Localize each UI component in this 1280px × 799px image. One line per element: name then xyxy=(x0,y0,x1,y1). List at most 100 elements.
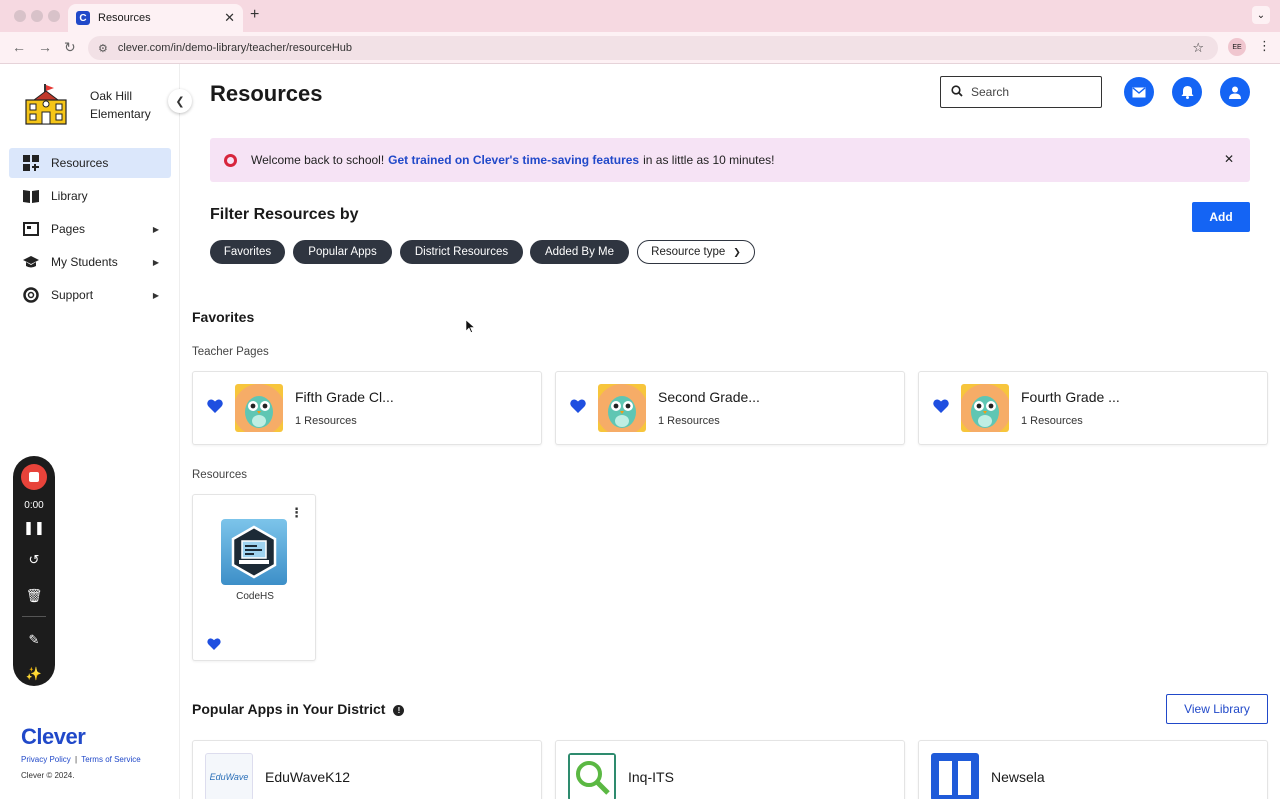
pause-icon[interactable]: ❚❚ xyxy=(13,520,55,536)
notifications-button[interactable] xyxy=(1172,77,1202,107)
clever-favicon-icon: C xyxy=(76,11,90,25)
page-title: Resources xyxy=(210,81,323,106)
support-icon xyxy=(23,287,39,303)
reload-icon[interactable]: ↻ xyxy=(64,39,76,56)
resource-count: 1 Resources xyxy=(295,415,357,427)
caret-right-icon: ▶ xyxy=(152,290,159,300)
site-settings-icon[interactable]: ⚙ xyxy=(98,42,108,55)
teacher-page-card[interactable]: Fifth Grade Cl... 1 Resources xyxy=(192,371,542,445)
owl-avatar-icon xyxy=(235,384,283,432)
browser-menu-icon[interactable]: ⋮ xyxy=(1258,38,1271,54)
magnifier-logo-icon xyxy=(568,753,616,799)
app-card-newsela[interactable]: Newsela xyxy=(918,740,1268,799)
resource-name: CodeHS xyxy=(236,591,274,602)
terms-of-service-link[interactable]: Terms of Service xyxy=(81,755,141,764)
pencil-icon[interactable]: ✎ xyxy=(13,632,55,648)
footer-links: Privacy Policy | Terms of Service xyxy=(21,755,141,764)
newsela-logo-icon xyxy=(931,753,979,799)
messages-button[interactable] xyxy=(1124,77,1154,107)
app-card-eduwave[interactable]: EduWave EduWaveK12 xyxy=(192,740,542,799)
new-tab-icon[interactable]: + xyxy=(250,6,259,24)
owl-avatar-icon xyxy=(961,384,1009,432)
tab-title: Resources xyxy=(98,12,151,24)
clever-logo: Clever xyxy=(21,724,86,749)
tab-close-icon[interactable]: ✕ xyxy=(224,10,235,26)
profile-avatar[interactable]: EE xyxy=(1228,38,1246,56)
resource-card-codehs[interactable]: ⋮ CodeHS xyxy=(192,494,316,661)
book-icon xyxy=(23,188,39,204)
codehs-app-icon xyxy=(221,519,287,585)
sidebar-item-label: Resources xyxy=(51,156,109,170)
filter-chip-district-resources[interactable]: District Resources xyxy=(400,240,523,264)
trash-icon[interactable]: 🗑 xyxy=(13,588,55,604)
copyright: Clever © 2024. xyxy=(21,771,75,780)
heart-icon[interactable] xyxy=(207,638,221,650)
close-banner-icon[interactable]: ✕ xyxy=(1224,152,1234,166)
sidebar-item-my-students[interactable]: My Students ▶ xyxy=(9,247,171,277)
url-text: clever.com/in/demo-library/teacher/resou… xyxy=(117,42,353,54)
profile-button[interactable] xyxy=(1220,77,1250,107)
window-maximize-dot[interactable] xyxy=(48,10,60,22)
footer-separator: | xyxy=(75,755,78,764)
caret-right-icon: ▶ xyxy=(152,224,159,234)
heart-icon[interactable] xyxy=(207,399,223,413)
effects-icon[interactable]: ✨ xyxy=(13,666,55,682)
teacher-pages-heading: Teacher Pages xyxy=(192,346,269,358)
filter-chip-added-by-me[interactable]: Added By Me xyxy=(530,240,629,264)
welcome-banner: Welcome back to school! Get trained on C… xyxy=(210,138,1250,182)
back-arrow-icon[interactable]: ← xyxy=(12,39,26,55)
screen-recorder-toolbar: 0:00 ❚❚ ↺ 🗑 ✎ ✨ xyxy=(13,456,55,686)
restart-icon[interactable]: ↺ xyxy=(13,552,55,568)
app-name: EduWaveK12 xyxy=(265,769,351,785)
resource-type-dropdown[interactable]: Resource type ❯ xyxy=(637,240,755,264)
popular-apps-title: Popular Apps in Your District xyxy=(192,701,386,717)
filter-chip-favorites[interactable]: Favorites xyxy=(210,240,285,264)
eduwave-logo: EduWave xyxy=(205,753,253,799)
favorites-heading: Favorites xyxy=(192,309,255,325)
sidebar-item-label: Library xyxy=(51,189,88,203)
school-building-icon xyxy=(25,84,67,125)
resources-heading: Resources xyxy=(192,469,247,481)
url-input[interactable]: ⚙ clever.com/in/demo-library/teacher/res… xyxy=(88,36,1218,60)
user-icon xyxy=(1229,86,1241,99)
window-minimize-dot[interactable] xyxy=(31,10,43,22)
sidebar-item-library[interactable]: Library xyxy=(9,181,171,211)
sidebar-item-label: Support xyxy=(51,288,94,302)
banner-prefix: Welcome back to school! xyxy=(251,153,385,167)
teacher-page-card[interactable]: Fourth Grade ... 1 Resources xyxy=(918,371,1268,445)
teacher-page-card[interactable]: Second Grade... 1 Resources xyxy=(555,371,905,445)
search-input[interactable]: Search xyxy=(940,76,1102,108)
tab-list-chevron-icon[interactable]: ⌄ xyxy=(1252,6,1270,24)
heart-icon[interactable] xyxy=(570,399,586,413)
collapse-sidebar-button[interactable]: ❮ xyxy=(168,89,192,113)
teacher-page-title: Fourth Grade ... xyxy=(1021,389,1120,405)
add-button[interactable]: Add xyxy=(1192,202,1250,232)
browser-tab-bar: C Resources ✕ + ⌄ xyxy=(0,0,1280,32)
bookmark-star-icon[interactable]: ☆ xyxy=(1192,40,1204,56)
filter-chip-popular-apps[interactable]: Popular Apps xyxy=(293,240,392,264)
heart-icon[interactable] xyxy=(933,399,949,413)
school-name: Oak Hill Elementary xyxy=(90,89,151,121)
browser-address-bar: ← → ↻ ⚙ clever.com/in/demo-library/teach… xyxy=(0,32,1280,64)
sidebar-item-label: Pages xyxy=(51,222,86,236)
window-close-dot[interactable] xyxy=(14,10,26,22)
sidebar-item-support[interactable]: Support ▶ xyxy=(9,280,171,310)
browser-tab[interactable]: C Resources ✕ xyxy=(68,4,243,32)
main-content: Resources Search Welcome back to school!… xyxy=(180,64,1280,799)
search-icon xyxy=(951,84,963,100)
resource-count: 1 Resources xyxy=(1021,415,1083,427)
privacy-policy-link[interactable]: Privacy Policy xyxy=(21,755,71,764)
teacher-page-title: Second Grade... xyxy=(658,389,760,405)
view-library-button[interactable]: View Library xyxy=(1166,694,1268,724)
sidebar-item-pages[interactable]: Pages ▶ xyxy=(9,214,171,244)
info-icon[interactable]: ! xyxy=(393,705,405,716)
mail-icon xyxy=(1132,86,1146,97)
sidebar: Oak Hill Elementary Resources Library Pa… xyxy=(0,64,180,799)
forward-arrow-icon[interactable]: → xyxy=(38,39,52,55)
training-link[interactable]: Get trained on Clever's time-saving feat… xyxy=(388,153,639,167)
more-options-icon[interactable]: ⋮ xyxy=(290,505,303,521)
sidebar-item-resources[interactable]: Resources xyxy=(9,148,171,178)
stop-recording-button[interactable] xyxy=(21,464,47,490)
app-card-inq-its[interactable]: Inq-ITS xyxy=(555,740,905,799)
bell-icon xyxy=(1181,86,1193,99)
